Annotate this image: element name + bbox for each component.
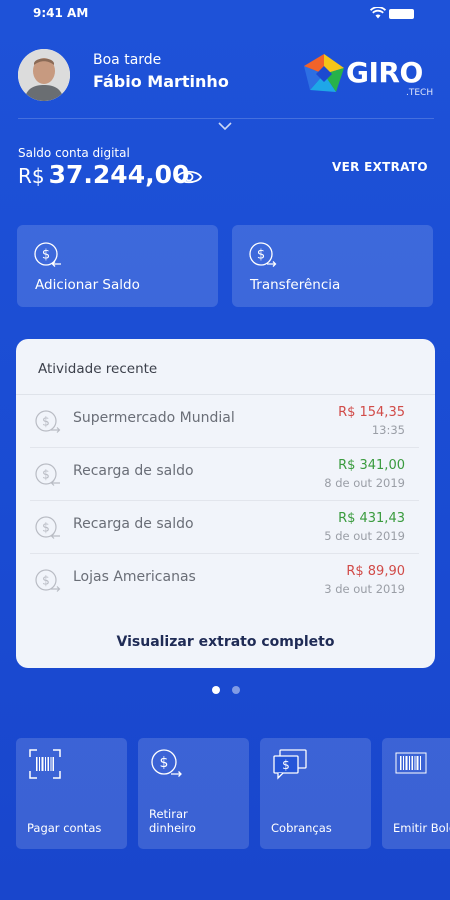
dollar-arrow-in-icon: $ <box>34 242 61 267</box>
transaction-amount: R$ 154,35 <box>338 405 405 420</box>
transaction-amount: R$ 89,90 <box>346 564 405 579</box>
charges-card[interactable]: $ Cobranças <box>260 738 371 849</box>
transfer-label: Transferência <box>250 277 341 293</box>
transfer-card[interactable]: $ Transferência <box>232 225 433 307</box>
issue-boleto-card[interactable]: Emitir Boleto <box>382 738 450 849</box>
dollar-out-icon: $ <box>35 569 61 592</box>
barcode-scan-icon <box>29 749 61 779</box>
svg-text:$: $ <box>42 521 50 535</box>
transaction-name: Recarga de saldo <box>73 463 194 479</box>
withdraw-money-card[interactable]: $ Retirar dinheiro <box>138 738 249 849</box>
transaction-row[interactable]: $ Lojas Americanas R$ 89,90 3 de out 201… <box>30 555 419 607</box>
svg-text:$: $ <box>42 468 50 482</box>
transaction-date: 13:35 <box>371 423 405 437</box>
brand-logo: GIRO .TECH <box>302 52 436 98</box>
svg-text:$: $ <box>42 574 50 588</box>
balance-value: 37.244,00 <box>48 160 190 189</box>
svg-text:$: $ <box>42 248 50 263</box>
home-screen: 9:41 AM Boa tarde Fábio Martinho GIRO .T… <box>0 0 450 900</box>
svg-text:$: $ <box>42 415 50 429</box>
pay-bills-label: Pagar contas <box>27 821 102 835</box>
transaction-date: 3 de out 2019 <box>324 582 405 596</box>
transaction-row[interactable]: $ Supermercado Mundial R$ 154,35 13:35 <box>30 396 419 448</box>
transaction-row[interactable]: $ Recarga de saldo R$ 341,00 8 de out 20… <box>30 449 419 501</box>
pager-dot-active[interactable] <box>212 686 220 694</box>
pager-dot[interactable] <box>232 686 240 694</box>
activity-divider <box>16 394 435 395</box>
transaction-name: Recarga de saldo <box>73 516 194 532</box>
transaction-amount: R$ 341,00 <box>338 458 405 473</box>
add-balance-label: Adicionar Saldo <box>35 277 140 293</box>
dollar-in-icon: $ <box>35 516 60 539</box>
chevron-down-icon[interactable] <box>218 122 232 131</box>
withdraw-money-label: Retirar dinheiro <box>149 807 196 835</box>
charges-label: Cobranças <box>271 821 332 835</box>
transaction-date: 5 de out 2019 <box>324 529 405 543</box>
wifi-icon <box>370 7 386 19</box>
issue-boleto-label: Emitir Boleto <box>393 821 450 835</box>
view-statement-button[interactable]: VER EXTRATO <box>332 160 428 174</box>
view-full-statement-link[interactable]: Visualizar extrato completo <box>16 634 435 650</box>
giro-logo-icon <box>304 54 344 92</box>
pay-bills-card[interactable]: Pagar contas <box>16 738 127 849</box>
header-divider <box>18 118 434 119</box>
status-bar: 9:41 AM <box>0 0 450 28</box>
activity-title: Atividade recente <box>38 361 158 377</box>
user-photo-icon <box>18 49 70 101</box>
dollar-withdraw-icon: $ <box>151 749 182 777</box>
balance-label: Saldo conta digital <box>18 146 130 160</box>
avatar[interactable] <box>18 49 70 101</box>
balance-currency: R$ <box>18 164 45 188</box>
transaction-amount: R$ 431,43 <box>338 511 405 526</box>
row-divider <box>30 500 419 501</box>
add-balance-card[interactable]: $ Adicionar Saldo <box>17 225 218 307</box>
dollar-in-icon: $ <box>35 463 60 486</box>
transaction-name: Supermercado Mundial <box>73 410 235 426</box>
dollar-out-icon: $ <box>35 410 61 433</box>
transaction-date: 8 de out 2019 <box>324 476 405 490</box>
charge-messages-icon: $ <box>273 749 307 780</box>
recent-activity-card: Atividade recente $ Supermercado Mundial… <box>16 339 435 668</box>
greeting-text: Boa tarde <box>93 52 162 68</box>
eye-icon[interactable] <box>176 168 202 186</box>
barcode-icon <box>395 752 427 774</box>
row-divider <box>30 447 419 448</box>
svg-text:$: $ <box>160 755 169 771</box>
svg-text:$: $ <box>282 758 290 772</box>
balance-amount: R$ 37.244,00 <box>18 160 189 194</box>
svg-text:$: $ <box>257 248 265 263</box>
row-divider <box>30 553 419 554</box>
status-time: 9:41 AM <box>33 6 89 20</box>
user-name: Fábio Martinho <box>93 72 229 91</box>
logo-word: GIRO <box>346 56 423 89</box>
dollar-transfer-icon: $ <box>249 242 277 267</box>
transaction-name: Lojas Americanas <box>73 569 196 585</box>
logo-sub: .TECH <box>406 88 434 98</box>
transaction-row[interactable]: $ Recarga de saldo R$ 431,43 5 de out 20… <box>30 502 419 554</box>
battery-icon <box>389 9 414 19</box>
